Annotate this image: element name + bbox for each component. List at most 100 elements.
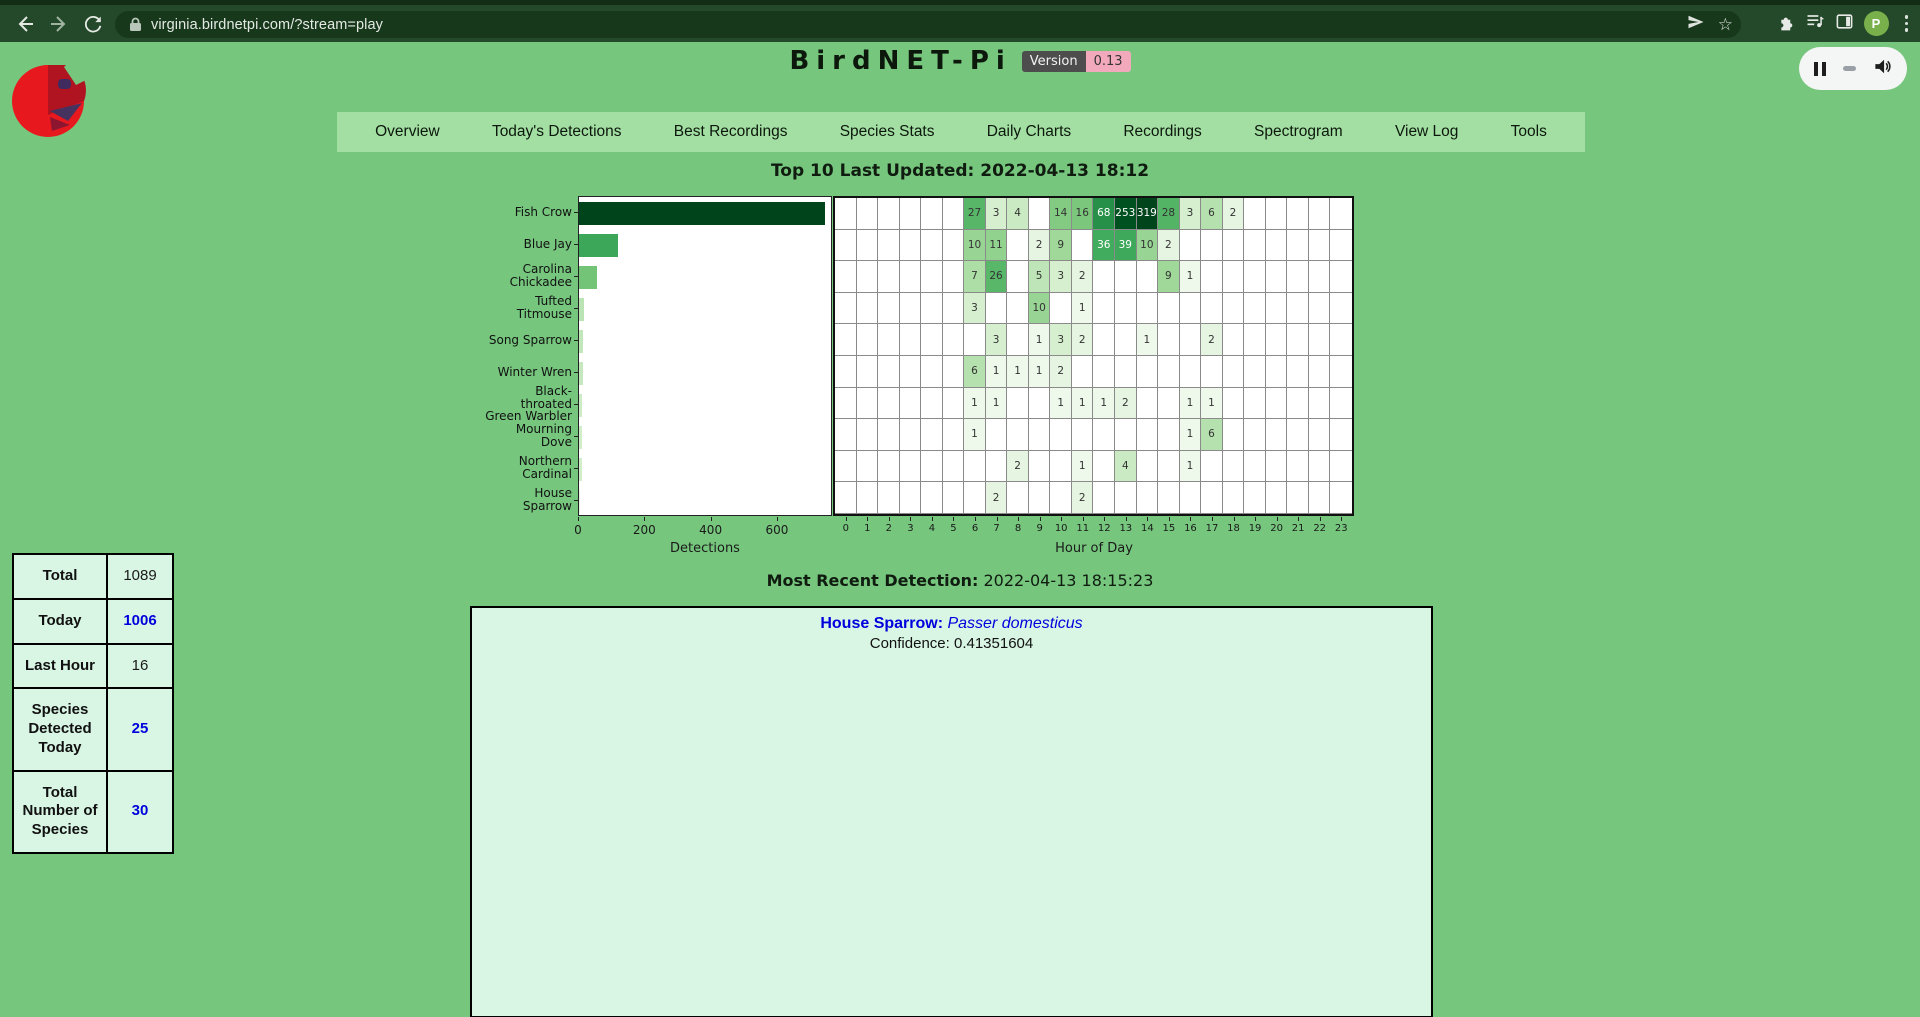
ytick-mark xyxy=(574,404,578,405)
version-value: 0.13 xyxy=(1086,51,1131,72)
detection-heading: House Sparrow: Passer domesticus xyxy=(472,615,1431,633)
detection-bar xyxy=(579,426,582,449)
hour-xtick-label: 8 xyxy=(1015,523,1021,534)
url-bar[interactable]: virginia.birdnetpi.com/?stream=play ☆ xyxy=(115,11,1741,38)
hour-xtick-label: 1 xyxy=(864,523,870,534)
nav-daily-charts[interactable]: Daily Charts xyxy=(987,123,1071,141)
nav-species-stats[interactable]: Species Stats xyxy=(840,123,935,141)
heatmap-cell: 36 xyxy=(1093,230,1115,262)
heatmap-cell: 9 xyxy=(1158,261,1180,293)
table-row: Today 1006 xyxy=(13,599,173,644)
ytick-mark xyxy=(574,308,578,309)
back-icon[interactable] xyxy=(8,9,42,39)
heatmap-cell: 4 xyxy=(1115,451,1137,483)
menu-dots-icon[interactable] xyxy=(1899,15,1915,32)
heatmap-cell xyxy=(1266,261,1288,293)
heatmap-cell xyxy=(857,388,879,420)
heatmap-cell: 1 xyxy=(1137,324,1159,356)
nav-overview[interactable]: Overview xyxy=(375,123,440,141)
detection-common-name[interactable]: House Sparrow: xyxy=(820,615,943,632)
heatmap-cell xyxy=(1201,482,1223,514)
heatmap-cell xyxy=(1309,482,1331,514)
stat-value[interactable]: 25 xyxy=(107,688,173,770)
xtick-mark xyxy=(910,517,911,521)
heatmap-cell xyxy=(986,293,1008,325)
heatmap-cell xyxy=(900,324,922,356)
nav-recordings[interactable]: Recordings xyxy=(1123,123,1201,141)
xtick-mark xyxy=(711,517,712,521)
nav-todays-detections[interactable]: Today's Detections xyxy=(492,123,622,141)
heatmap-cell xyxy=(1266,356,1288,388)
nav-spectrogram[interactable]: Spectrogram xyxy=(1254,123,1343,141)
hour-xtick-label: 23 xyxy=(1335,523,1348,534)
nav-best-recordings[interactable]: Best Recordings xyxy=(674,123,788,141)
bookmark-star-icon[interactable]: ☆ xyxy=(1718,16,1733,33)
confidence-label: Confidence: xyxy=(870,635,950,652)
heatmap-cell xyxy=(1180,324,1202,356)
url-text: virginia.birdnetpi.com/?stream=play xyxy=(151,17,383,33)
nav-view-log[interactable]: View Log xyxy=(1395,123,1458,141)
hour-xtick-label: 15 xyxy=(1163,523,1176,534)
xtick-mark xyxy=(1298,517,1299,521)
heatmap-cell xyxy=(1029,482,1051,514)
stat-value[interactable]: 30 xyxy=(107,771,173,853)
heatmap-cell xyxy=(921,419,943,451)
heatmap-cell xyxy=(1201,261,1223,293)
profile-avatar[interactable]: P xyxy=(1864,11,1889,36)
heatmap-cell: 3 xyxy=(1050,324,1072,356)
xtick-mark xyxy=(1277,517,1278,521)
pause-icon[interactable] xyxy=(1814,62,1826,76)
heatmap-cell xyxy=(1223,324,1245,356)
xtick-mark xyxy=(1083,517,1084,521)
reload-icon[interactable] xyxy=(76,9,110,39)
heatmap-cell: 39 xyxy=(1115,230,1137,262)
heatmap-cell xyxy=(1137,261,1159,293)
detection-bar xyxy=(579,266,597,289)
heatmap-cell: 3 xyxy=(1050,261,1072,293)
extensions-icon[interactable] xyxy=(1776,12,1795,36)
heatmap-cell: 2 xyxy=(1029,230,1051,262)
heatmap-cell xyxy=(1137,293,1159,325)
heatmap-cell xyxy=(1266,451,1288,483)
species-label: House Sparrow xyxy=(484,484,572,516)
detection-bar xyxy=(579,362,583,385)
heatmap-cell xyxy=(1330,293,1352,325)
heatmap-cell xyxy=(878,261,900,293)
xtick-mark xyxy=(1061,517,1062,521)
media-queue-icon[interactable] xyxy=(1805,11,1825,36)
heatmap-cell xyxy=(900,388,922,420)
heatmap-cell xyxy=(1266,388,1288,420)
heatmap-cell: 1 xyxy=(1072,388,1094,420)
send-icon[interactable] xyxy=(1686,12,1706,37)
xtick-mark xyxy=(867,517,868,521)
heatmap-axis-label: Hour of Day xyxy=(1055,541,1133,556)
forward-icon[interactable] xyxy=(42,9,76,39)
heatmap-cell xyxy=(943,482,965,514)
volume-icon[interactable] xyxy=(1873,57,1892,81)
stat-value[interactable]: 1006 xyxy=(107,599,173,644)
heatmap-cell xyxy=(835,324,857,356)
heatmap-cell: 1 xyxy=(1180,419,1202,451)
heatmap-cell xyxy=(878,324,900,356)
heatmap-cell xyxy=(857,419,879,451)
heatmap-cell xyxy=(1330,198,1352,230)
xtick-mark xyxy=(1104,517,1105,521)
bar-axis-label: Detections xyxy=(670,541,740,556)
stream-audio-player[interactable] xyxy=(1799,47,1907,90)
heatmap-cell: 2 xyxy=(1223,198,1245,230)
detection-bar xyxy=(579,458,582,481)
heatmap-cell xyxy=(943,261,965,293)
heatmap-cell xyxy=(1115,261,1137,293)
hourly-heatmap: 2734141668253319283621011293639102726532… xyxy=(833,196,1354,516)
nav-tools[interactable]: Tools xyxy=(1511,123,1547,141)
tab-strip xyxy=(0,0,1920,5)
heatmap-cell xyxy=(857,198,879,230)
heatmap-cell xyxy=(1093,261,1115,293)
heatmap-cell xyxy=(943,230,965,262)
stat-label: Species Detected Today xyxy=(13,688,107,770)
side-panel-icon[interactable] xyxy=(1835,12,1854,36)
hour-xtick-label: 3 xyxy=(907,523,913,534)
heatmap-cell xyxy=(835,482,857,514)
seek-bar[interactable] xyxy=(1843,66,1856,71)
hour-xtick-label: 6 xyxy=(972,523,978,534)
